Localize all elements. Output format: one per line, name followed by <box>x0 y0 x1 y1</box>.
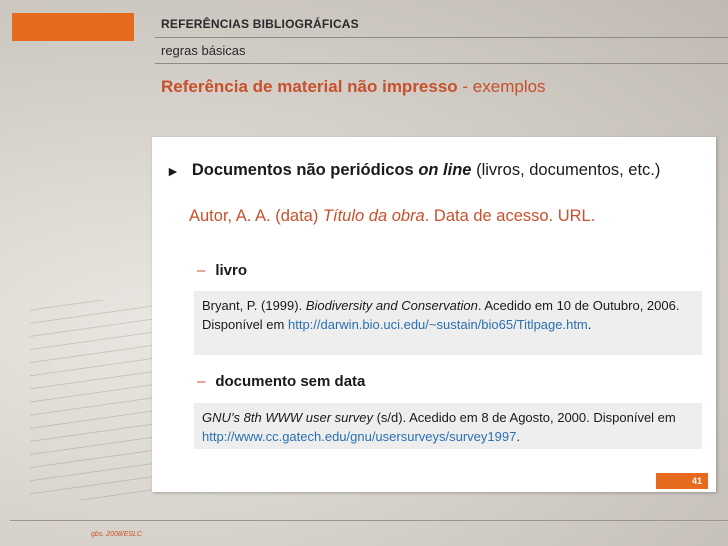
sub-item-label: documento sem data <box>215 373 366 390</box>
sub-item-livro: – livro <box>197 262 247 279</box>
example-text: . <box>587 317 592 332</box>
header-divider <box>155 63 728 64</box>
slide-title-bold: Referência de material não impresso <box>161 77 458 96</box>
footer-credit: gbs. 2008/ESLC <box>91 531 142 538</box>
example-text: Bryant, P. (1999). <box>202 298 306 313</box>
bullet-bold: Documentos não periódicos <box>191 161 419 179</box>
content-panel: ► Documentos não periódicos on line (liv… <box>152 137 716 492</box>
format-italic: Título da obra <box>322 207 425 225</box>
example-box-documento: GNU’s 8th WWW user survey (s/d). Acedido… <box>194 403 702 449</box>
bullet-bold-italic: on line <box>418 161 472 179</box>
example-link[interactable]: http://www.cc.gatech.edu/gnu/usersurveys… <box>202 429 516 444</box>
example-link[interactable]: http://darwin.bio.uci.edu/~sustain/bio65… <box>288 317 588 332</box>
format-part2: . Data de acesso. URL. <box>424 207 596 225</box>
sub-item-label: livro <box>215 262 248 279</box>
bullet-text: Documentos não periódicos on line (livro… <box>192 161 661 180</box>
bullet-item: ► Documentos não periódicos on line (liv… <box>166 161 660 180</box>
footer-divider <box>10 520 728 521</box>
logo-block <box>12 13 134 41</box>
bullet-rest: (livros, documentos, etc.) <box>471 161 661 179</box>
reference-format: Autor, A. A. (data) Título da obra. Data… <box>189 207 595 226</box>
format-part1: Autor, A. A. (data) <box>189 207 323 225</box>
page-number: 41 <box>656 473 708 489</box>
example-box-livro: Bryant, P. (1999). Biodiversity and Cons… <box>194 291 702 355</box>
slide-title: Referência de material não impresso - ex… <box>161 77 546 97</box>
slide-title-rest: - exemplos <box>457 77 546 96</box>
header-divider <box>155 37 728 38</box>
subsection-header: regras básicas <box>161 43 246 58</box>
example-text: (s/d). Acedido em 8 de Agosto, 2000. Dis… <box>372 410 676 425</box>
bullet-arrow-icon: ► <box>166 163 180 179</box>
sub-item-documento: – documento sem data <box>197 373 365 390</box>
dash-icon: – <box>197 373 206 390</box>
section-header: REFERÊNCIAS BIBLIOGRÁFICAS <box>161 17 359 31</box>
background-book-text <box>30 300 170 500</box>
example-text: . <box>516 429 520 444</box>
example-title: GNU’s 8th WWW user survey <box>202 410 373 425</box>
dash-icon: – <box>197 262 206 279</box>
example-title: Biodiversity and Conservation <box>305 298 478 313</box>
